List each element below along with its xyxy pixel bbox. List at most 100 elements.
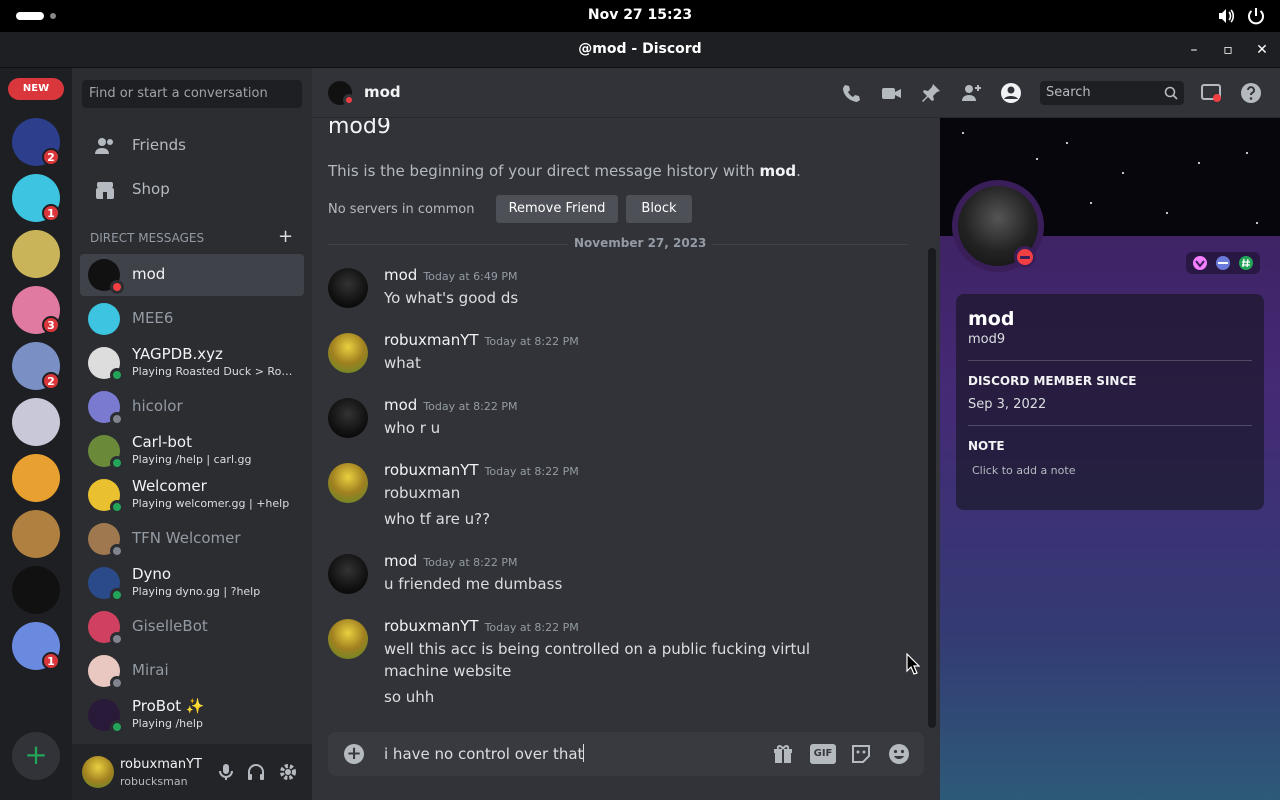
message-avatar[interactable]	[328, 398, 368, 438]
find-conversation-input[interactable]: Find or start a conversation	[82, 80, 302, 108]
chat-search-placeholder: Search	[1046, 85, 1091, 100]
message-avatar[interactable]	[328, 268, 368, 308]
emoji-icon[interactable]	[888, 743, 910, 765]
message-header: mod Today at 8:22 PM	[384, 552, 518, 570]
sticker-icon[interactable]	[850, 743, 872, 765]
user-handle: robucksman	[120, 775, 188, 788]
system-clock[interactable]: Nov 27 15:23	[0, 7, 1280, 23]
status-online-indicator	[110, 588, 124, 602]
note-input[interactable]: Click to add a note	[972, 464, 1075, 477]
maximize-button[interactable]: ▫	[1216, 38, 1240, 62]
message-author[interactable]: robuxmanYT	[384, 461, 479, 479]
message-avatar[interactable]	[328, 463, 368, 503]
dm-activity: Playing welcomer.gg | +help	[132, 497, 290, 510]
dm-item[interactable]: MEE6	[80, 298, 304, 340]
pin-icon[interactable]	[920, 82, 942, 104]
gif-button[interactable]: GIF	[810, 744, 836, 764]
inbox-icon[interactable]	[1200, 82, 1222, 104]
message-timestamp: Today at 8:22 PM	[484, 335, 579, 348]
headphones-icon[interactable]	[246, 762, 266, 782]
close-button[interactable]: ✕	[1250, 38, 1274, 62]
message-avatar[interactable]	[328, 554, 368, 594]
profile-separator	[968, 425, 1252, 426]
new-badge[interactable]: NEW	[8, 78, 64, 100]
settings-gear-icon[interactable]	[278, 762, 298, 782]
banner-star	[1256, 222, 1258, 224]
server-icon-6[interactable]	[12, 398, 60, 446]
message-composer[interactable]: + i have no control over that GIF	[328, 732, 924, 776]
nitro-badge-icon[interactable]	[1192, 255, 1208, 271]
message-text: what	[384, 354, 421, 372]
friends-icon	[95, 138, 113, 154]
user-avatar[interactable]	[82, 756, 114, 788]
user-profile-icon[interactable]	[1000, 82, 1022, 104]
chat-scrollbar[interactable]	[928, 248, 936, 728]
message-author[interactable]: robuxmanYT	[384, 331, 479, 349]
dm-item[interactable]: Welcomer Playing welcomer.gg | +help	[80, 474, 304, 516]
message-input[interactable]: i have no control over that	[384, 744, 585, 763]
status-online-indicator	[110, 368, 124, 382]
banner-star	[1090, 202, 1092, 204]
dm-activity: Playing /help	[132, 717, 203, 730]
message-text: so uhh	[384, 688, 435, 706]
message-text: well this acc is being controlled on a p…	[384, 640, 811, 680]
message-author[interactable]: mod	[384, 396, 417, 414]
nav-shop[interactable]: Shop	[80, 170, 304, 210]
message-author[interactable]: robuxmanYT	[384, 617, 479, 635]
help-icon[interactable]	[1240, 82, 1262, 104]
banner-star	[1122, 172, 1124, 174]
remove-friend-button[interactable]: Remove Friend	[496, 195, 618, 223]
power-icon[interactable]	[1246, 6, 1266, 26]
intro-text: This is the beginning of your direct mes…	[328, 162, 801, 180]
video-call-icon[interactable]	[880, 82, 902, 104]
chat-search-input[interactable]: Search	[1040, 81, 1184, 105]
minimize-button[interactable]: –	[1182, 38, 1206, 62]
upload-plus-icon[interactable]: +	[344, 744, 364, 764]
gift-icon[interactable]	[772, 743, 794, 765]
message-header: mod Today at 6:49 PM	[384, 266, 518, 284]
status-offline-indicator	[110, 412, 124, 426]
message-avatar[interactable]	[328, 333, 368, 373]
dm-name: mod	[132, 265, 166, 283]
message-author[interactable]: mod	[384, 552, 417, 570]
hashtag-badge-icon[interactable]	[1238, 255, 1254, 271]
block-button[interactable]: Block	[626, 195, 692, 223]
dnd-icon	[1017, 249, 1033, 265]
boost-badge-icon[interactable]	[1215, 255, 1231, 271]
dm-item[interactable]: YAGPDB.xyz Playing Roasted Duck > Roast..…	[80, 342, 304, 384]
dm-name: GiselleBot	[132, 617, 208, 635]
no-servers-in-common: No servers in common	[328, 202, 475, 217]
microphone-icon[interactable]	[216, 762, 236, 782]
intro-suffix: .	[796, 162, 801, 180]
system-top-bar: Nov 27 15:23	[0, 0, 1280, 32]
server-icon-9[interactable]	[12, 566, 60, 614]
dm-item[interactable]: Mirai	[80, 650, 304, 692]
user-profile-panel: mod mod9 DISCORD MEMBER SINCE Sep 3, 202…	[940, 118, 1280, 800]
dm-item[interactable]: hicolor	[80, 386, 304, 428]
voice-call-icon[interactable]	[840, 82, 862, 104]
add-friend-to-dm-icon[interactable]	[960, 82, 982, 104]
server-icon-7[interactable]	[12, 454, 60, 502]
dm-name: TFN Welcomer	[132, 529, 241, 547]
dm-item[interactable]: Dyno Playing dyno.gg | ?help	[80, 562, 304, 604]
dm-item[interactable]: GiselleBot	[80, 606, 304, 648]
dm-name: YAGPDB.xyz	[132, 345, 223, 363]
add-server-button[interactable]: +	[12, 732, 60, 780]
volume-icon[interactable]	[1216, 6, 1236, 26]
header-username[interactable]: mod	[364, 83, 401, 101]
dm-avatar	[88, 303, 120, 335]
message-author[interactable]: mod	[384, 266, 417, 284]
dm-item[interactable]: mod	[80, 254, 304, 296]
server-icon-3[interactable]	[12, 230, 60, 278]
dm-item[interactable]: TFN Welcomer	[80, 518, 304, 560]
profile-separator	[968, 360, 1252, 361]
server-icon-8[interactable]	[12, 510, 60, 558]
dm-item[interactable]: Carl-bot Playing /help | carl.gg	[80, 430, 304, 472]
server-icon-11[interactable]	[12, 678, 60, 726]
nav-friends[interactable]: Friends	[80, 126, 304, 166]
dm-name: Dyno	[132, 565, 172, 583]
dm-item[interactable]: ProBot ✨ Playing /help	[80, 694, 304, 736]
create-dm-button[interactable]: +	[278, 226, 293, 247]
server-rail: NEW 2 1 3 2 1 +	[0, 68, 72, 800]
message-avatar[interactable]	[328, 619, 368, 659]
